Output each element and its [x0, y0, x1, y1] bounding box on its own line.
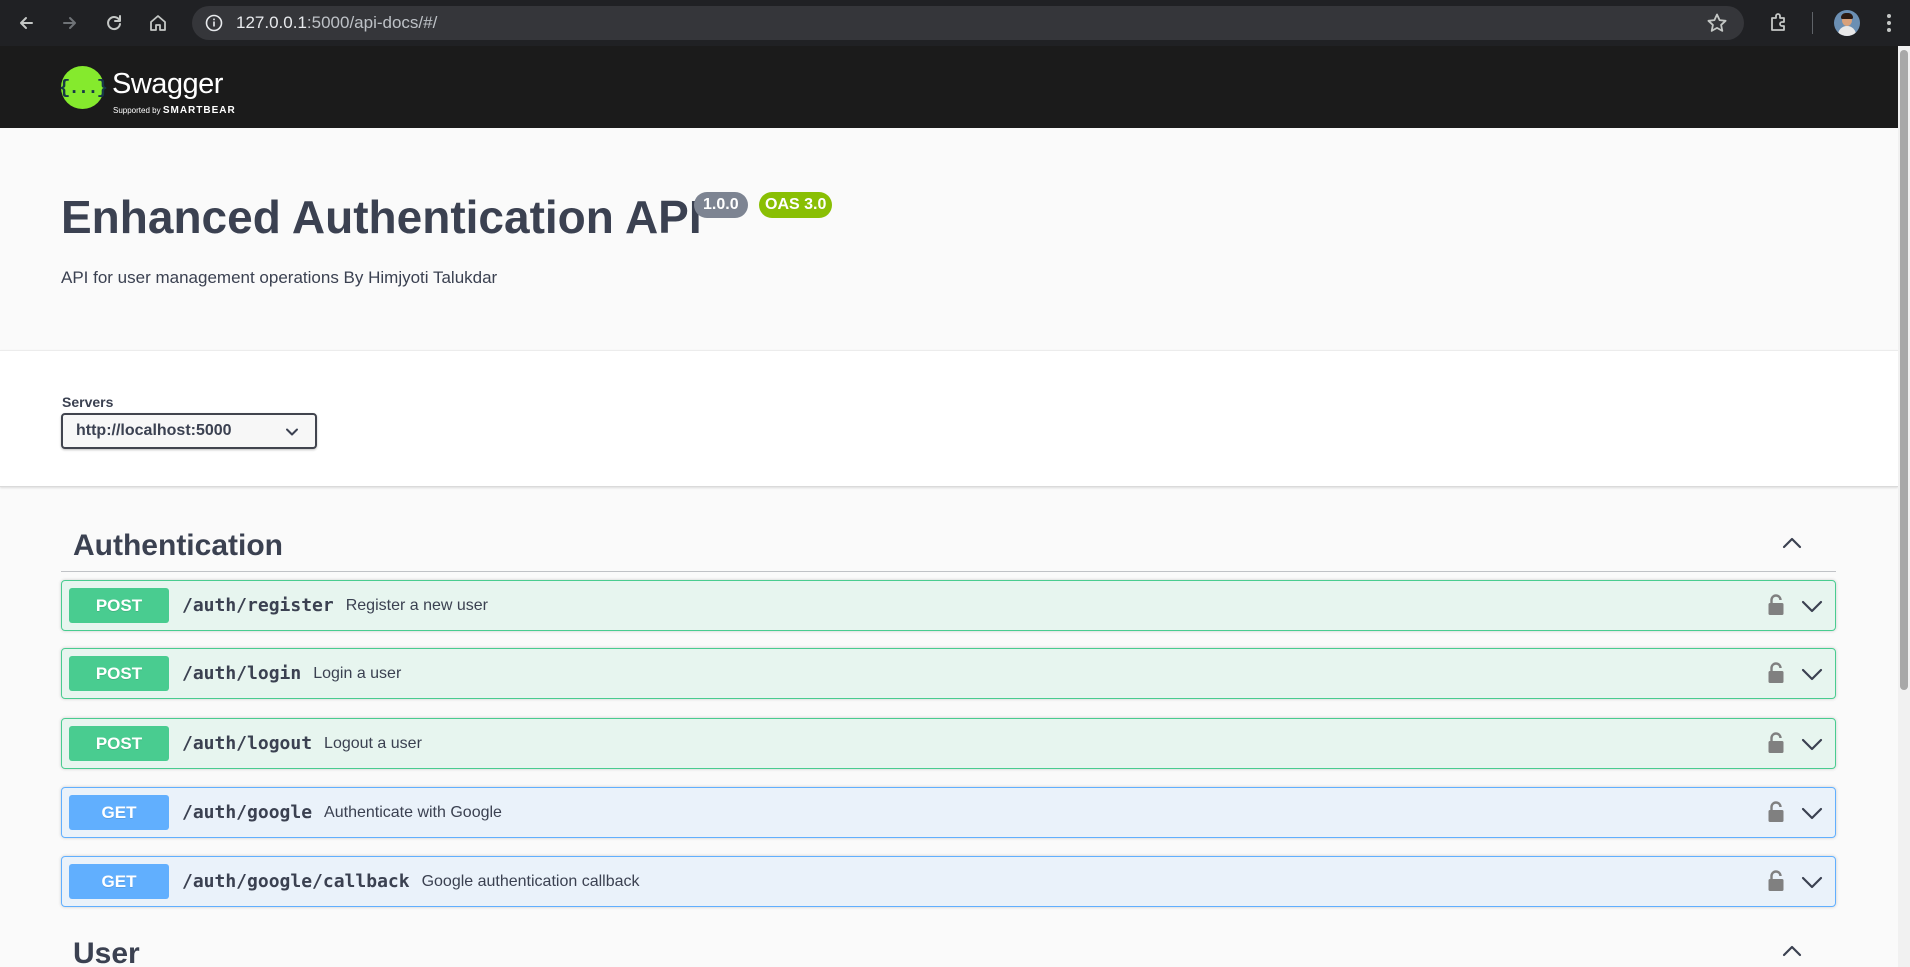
api-title: Enhanced Authentication API	[61, 191, 702, 243]
tag-header-user[interactable]: User	[61, 923, 1836, 967]
reload-button[interactable]	[100, 9, 128, 37]
swagger-topbar: {...} Swagger Supported by SMARTBEAR	[0, 46, 1898, 128]
home-icon	[150, 15, 166, 31]
operation-summary: Register a new user	[345, 596, 489, 614]
browser-toolbar: 127.0.0.1:5000/api-docs/#/	[0, 0, 1910, 46]
info-icon[interactable]	[204, 13, 224, 33]
method-badge: GET	[69, 864, 169, 899]
address-bar[interactable]: 127.0.0.1:5000/api-docs/#/	[192, 6, 1744, 40]
avatar-body	[1838, 26, 1856, 36]
chevron-up-icon[interactable]	[1780, 531, 1804, 555]
servers-label: Servers	[62, 394, 114, 410]
home-button[interactable]	[144, 9, 172, 37]
chevron-up-icon[interactable]	[1780, 939, 1804, 963]
tag-header-authentication[interactable]: Authentication	[61, 515, 1836, 572]
api-info: Enhanced Authentication API 1.0.0 OAS 3.…	[0, 128, 1898, 350]
logo-sub-brand: SMARTBEAR	[162, 105, 236, 116]
operation-summary: Login a user	[313, 664, 402, 682]
url-path: :5000/api-docs/#/	[306, 13, 438, 32]
chevron-down-icon[interactable]	[1801, 595, 1823, 617]
chevron-down-icon[interactable]	[1801, 663, 1823, 685]
lock-icon[interactable]	[1767, 593, 1785, 617]
back-button[interactable]	[12, 9, 40, 37]
avatar-hair	[1841, 13, 1853, 19]
operation-post-auth-login[interactable]: POST /auth/login Login a user	[61, 648, 1836, 699]
operation-get-auth-google[interactable]: GET /auth/google Authenticate with Googl…	[61, 787, 1836, 838]
method-badge: POST	[69, 726, 169, 761]
tag-title: User	[73, 937, 140, 967]
lock-icon[interactable]	[1767, 661, 1785, 685]
tag-title: Authentication	[73, 529, 283, 562]
chevron-down-icon[interactable]	[1801, 802, 1823, 824]
lock-icon[interactable]	[1767, 800, 1785, 824]
forward-button[interactable]	[56, 9, 84, 37]
page-scrollbar[interactable]	[1898, 46, 1910, 967]
operation-path: /auth/login	[182, 663, 302, 684]
scrollbar-thumb[interactable]	[1900, 50, 1908, 690]
reload-icon	[107, 15, 121, 31]
oas-badge: OAS 3.0	[759, 192, 833, 218]
url-text[interactable]: 127.0.0.1:5000/api-docs/#/	[236, 13, 437, 33]
swagger-logo-icon[interactable]: {...}	[59, 66, 108, 109]
logo-sub-prefix: Supported by	[113, 106, 161, 115]
kebab-menu-icon[interactable]	[1886, 12, 1892, 34]
servers-section: Servers http://localhost:5000	[0, 350, 1898, 487]
operation-summary: Google authentication callback	[421, 872, 640, 890]
servers-selected-value: http://localhost:5000	[76, 422, 232, 439]
profile-avatar[interactable]	[1834, 10, 1860, 36]
logo-symbol: {...}	[59, 76, 108, 99]
lock-icon[interactable]	[1767, 731, 1785, 755]
operation-post-auth-logout[interactable]: POST /auth/logout Logout a user	[61, 718, 1836, 769]
operation-post-auth-register[interactable]: POST /auth/register Register a new user	[61, 580, 1836, 631]
operation-path: /auth/logout	[182, 733, 313, 754]
operation-path: /auth/google	[182, 802, 313, 823]
method-badge: GET	[69, 795, 169, 830]
operation-summary: Authenticate with Google	[324, 803, 502, 821]
operation-get-auth-google-callback[interactable]: GET /auth/google/callback Google authent…	[61, 856, 1836, 907]
chevron-down-icon	[286, 428, 298, 436]
logo-subtitle: Supported by SMARTBEAR	[113, 105, 236, 116]
toolbar-divider	[1812, 12, 1813, 34]
operation-path: /auth/register	[182, 595, 334, 616]
chevron-down-icon[interactable]	[1801, 871, 1823, 893]
chevron-down-icon[interactable]	[1801, 733, 1823, 755]
operation-path: /auth/google/callback	[182, 871, 410, 892]
star-icon[interactable]	[1706, 12, 1728, 34]
extensions-icon[interactable]	[1768, 11, 1790, 33]
operation-summary: Logout a user	[324, 734, 422, 752]
method-badge: POST	[69, 588, 169, 623]
forward-arrow-icon	[63, 17, 76, 29]
back-arrow-icon	[20, 17, 33, 29]
lock-icon[interactable]	[1767, 869, 1785, 893]
method-badge: POST	[69, 656, 169, 691]
version-badge: 1.0.0	[694, 192, 748, 218]
swagger-logo-text[interactable]: Swagger	[112, 68, 223, 101]
servers-select[interactable]: http://localhost:5000	[61, 413, 317, 449]
url-host: 127.0.0.1	[236, 13, 307, 32]
api-description: API for user management operations By Hi…	[61, 268, 498, 287]
